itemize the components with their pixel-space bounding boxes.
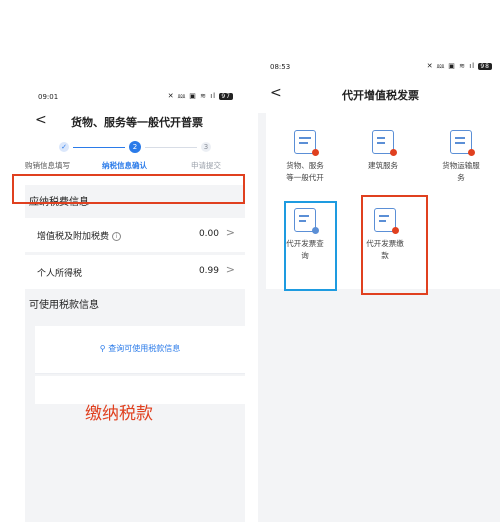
step-3-label: 申请提交 — [191, 161, 221, 170]
tile-label-line: 货物运输服 — [442, 161, 480, 170]
step-1-label: 购销信息填写 — [25, 161, 70, 170]
tile-transport[interactable]: 货物运输服务 — [426, 130, 496, 184]
step-1-check-icon: ✓ — [59, 142, 69, 152]
document-icon — [294, 130, 319, 156]
icon-badge — [312, 149, 319, 156]
battery-icon: 98 — [478, 63, 492, 70]
status-icons: ✕ ⅏ ▣ ≋ ıl 97 — [168, 92, 233, 101]
status-bar: 08:53 ✕ ⅏ ▣ ≋ ıl 98 — [258, 61, 500, 77]
chevron-right-icon: > — [225, 263, 235, 276]
transport-icon — [450, 130, 475, 156]
section-available-tax-title: 可使用税款信息 — [29, 300, 99, 311]
back-button[interactable]: < — [35, 112, 47, 128]
page-title: 代开增值税发票 — [342, 89, 419, 102]
annotation-pay-tax: 缴纳税款 — [85, 404, 153, 424]
icon-line — [455, 137, 465, 139]
signal-icons: ✕ ⅏ ▣ ≋ ıl — [167, 92, 217, 100]
highlight-box-income-tax — [12, 174, 245, 204]
search-icon: ⚲ — [99, 344, 106, 353]
step-divider — [145, 147, 197, 148]
step-2-label: 纳税信息确认 — [102, 161, 147, 170]
icon-line — [299, 137, 311, 139]
row-vat-surcharge[interactable]: 增值税及附加税费 i 0.00 > — [25, 218, 245, 252]
query-card[interactable]: ⚲ 查询可使用税款信息 — [35, 326, 245, 374]
highlight-box-query — [284, 201, 337, 291]
status-icons: ✕ ⅏ ▣ ≋ ıl 98 — [427, 62, 492, 71]
icon-line — [377, 137, 385, 139]
tile-label: 建筑服务 — [348, 160, 418, 172]
left-screen: 09:01 ✕ ⅏ ▣ ≋ ıl 97 < 货物、服务等一般代开普票 ✓ 2 3… — [25, 80, 245, 522]
row-label: 增值税及附加税费 i — [37, 229, 122, 242]
step-2-marker: 2 — [129, 141, 141, 153]
tile-label-line: 等一般代开 — [286, 173, 324, 182]
query-link[interactable]: ⚲ 查询可使用税款信息 — [35, 343, 245, 354]
step-3-marker: 3 — [201, 142, 211, 152]
tile-label: 货物、服务等一般代开 — [270, 160, 340, 184]
tile-label-line: 建筑服务 — [368, 161, 398, 170]
info-icon[interactable]: i — [112, 232, 122, 241]
battery-icon: 97 — [219, 93, 233, 100]
highlight-box-payment — [361, 195, 428, 295]
row-personal-income-tax[interactable]: 个人所得税 0.99 > — [25, 255, 245, 289]
step-divider — [73, 147, 125, 148]
tile-label-line: 务 — [457, 173, 465, 182]
chevron-right-icon: > — [225, 226, 235, 239]
status-time: 09:01 — [38, 93, 59, 101]
tile-goods-services[interactable]: 货物、服务等一般代开 — [270, 130, 340, 184]
nav-bar: < 货物、服务等一般代开普票 — [25, 110, 245, 134]
icon-badge — [468, 149, 475, 156]
icon-line — [299, 142, 308, 144]
icon-line — [377, 142, 385, 144]
tile-label-line: 货物、服务 — [286, 161, 324, 170]
signal-icons: ✕ ⅏ ▣ ≋ ıl — [426, 62, 476, 70]
query-text: 查询可使用税款信息 — [108, 344, 181, 353]
back-button[interactable]: < — [270, 85, 282, 101]
step-indicator: ✓ 2 3 购销信息填写 纳税信息确认 申请提交 — [25, 141, 245, 174]
status-time: 08:53 — [270, 63, 291, 71]
tile-construction[interactable]: 建筑服务 — [348, 130, 418, 172]
status-bar: 09:01 ✕ ⅏ ▣ ≋ ıl 97 — [25, 90, 245, 106]
building-icon — [372, 130, 397, 156]
row-value: 0.00 — [198, 229, 219, 239]
row-label-text: 增值税及附加税费 — [37, 232, 110, 242]
icon-badge — [390, 149, 397, 156]
page-title: 货物、服务等一般代开普票 — [71, 116, 203, 129]
row-value: 0.99 — [198, 266, 219, 276]
icon-line — [455, 142, 465, 144]
row-label: 个人所得税 — [37, 269, 83, 279]
tile-label: 货物运输服务 — [426, 160, 496, 184]
